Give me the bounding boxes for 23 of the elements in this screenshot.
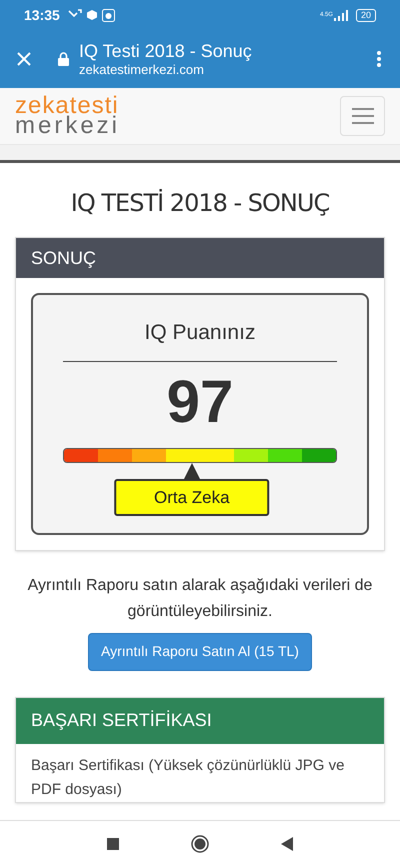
site-logo[interactable]: zekatesti merkezi — [15, 96, 120, 136]
card-header: BAŞARI SERTİFİKASI — [16, 698, 384, 744]
close-icon[interactable] — [16, 51, 32, 67]
category-label: Orta Zeka — [114, 478, 270, 516]
page-title: IQ Testi 2018 - Sonuç — [79, 40, 253, 62]
url-text: zekatestimerkezi.com — [79, 62, 205, 78]
lock-icon — [58, 52, 69, 66]
home-icon[interactable] — [191, 834, 209, 852]
clock: 13:35 — [24, 6, 60, 24]
more-icon[interactable] — [376, 50, 382, 68]
app-icon — [102, 8, 115, 22]
report-text: Ayrıntılı Raporu satın alarak aşağıdaki verileri de görüntüleyebilirsiniz. — [26, 576, 374, 622]
certificate-text: Başarı Sertifikası (Yüksek çözünürlüklü JPG ve PDF dosyası) — [30, 756, 346, 800]
buy-report-button[interactable]: Ayrıntılı Raporu Satın Al (15 TL) — [88, 632, 312, 670]
menu-button[interactable] — [340, 96, 385, 136]
recents-icon[interactable] — [107, 838, 119, 850]
card-header: SONUÇ — [16, 238, 384, 278]
score-label: IQ Puanınız — [144, 320, 256, 346]
heading: IQ TESTİ 2018 - SONUÇ — [70, 188, 330, 219]
battery-indicator: 20 — [356, 8, 376, 22]
signal-icon — [334, 10, 348, 20]
back-icon[interactable] — [281, 836, 293, 850]
score-value: 97 — [166, 366, 234, 436]
